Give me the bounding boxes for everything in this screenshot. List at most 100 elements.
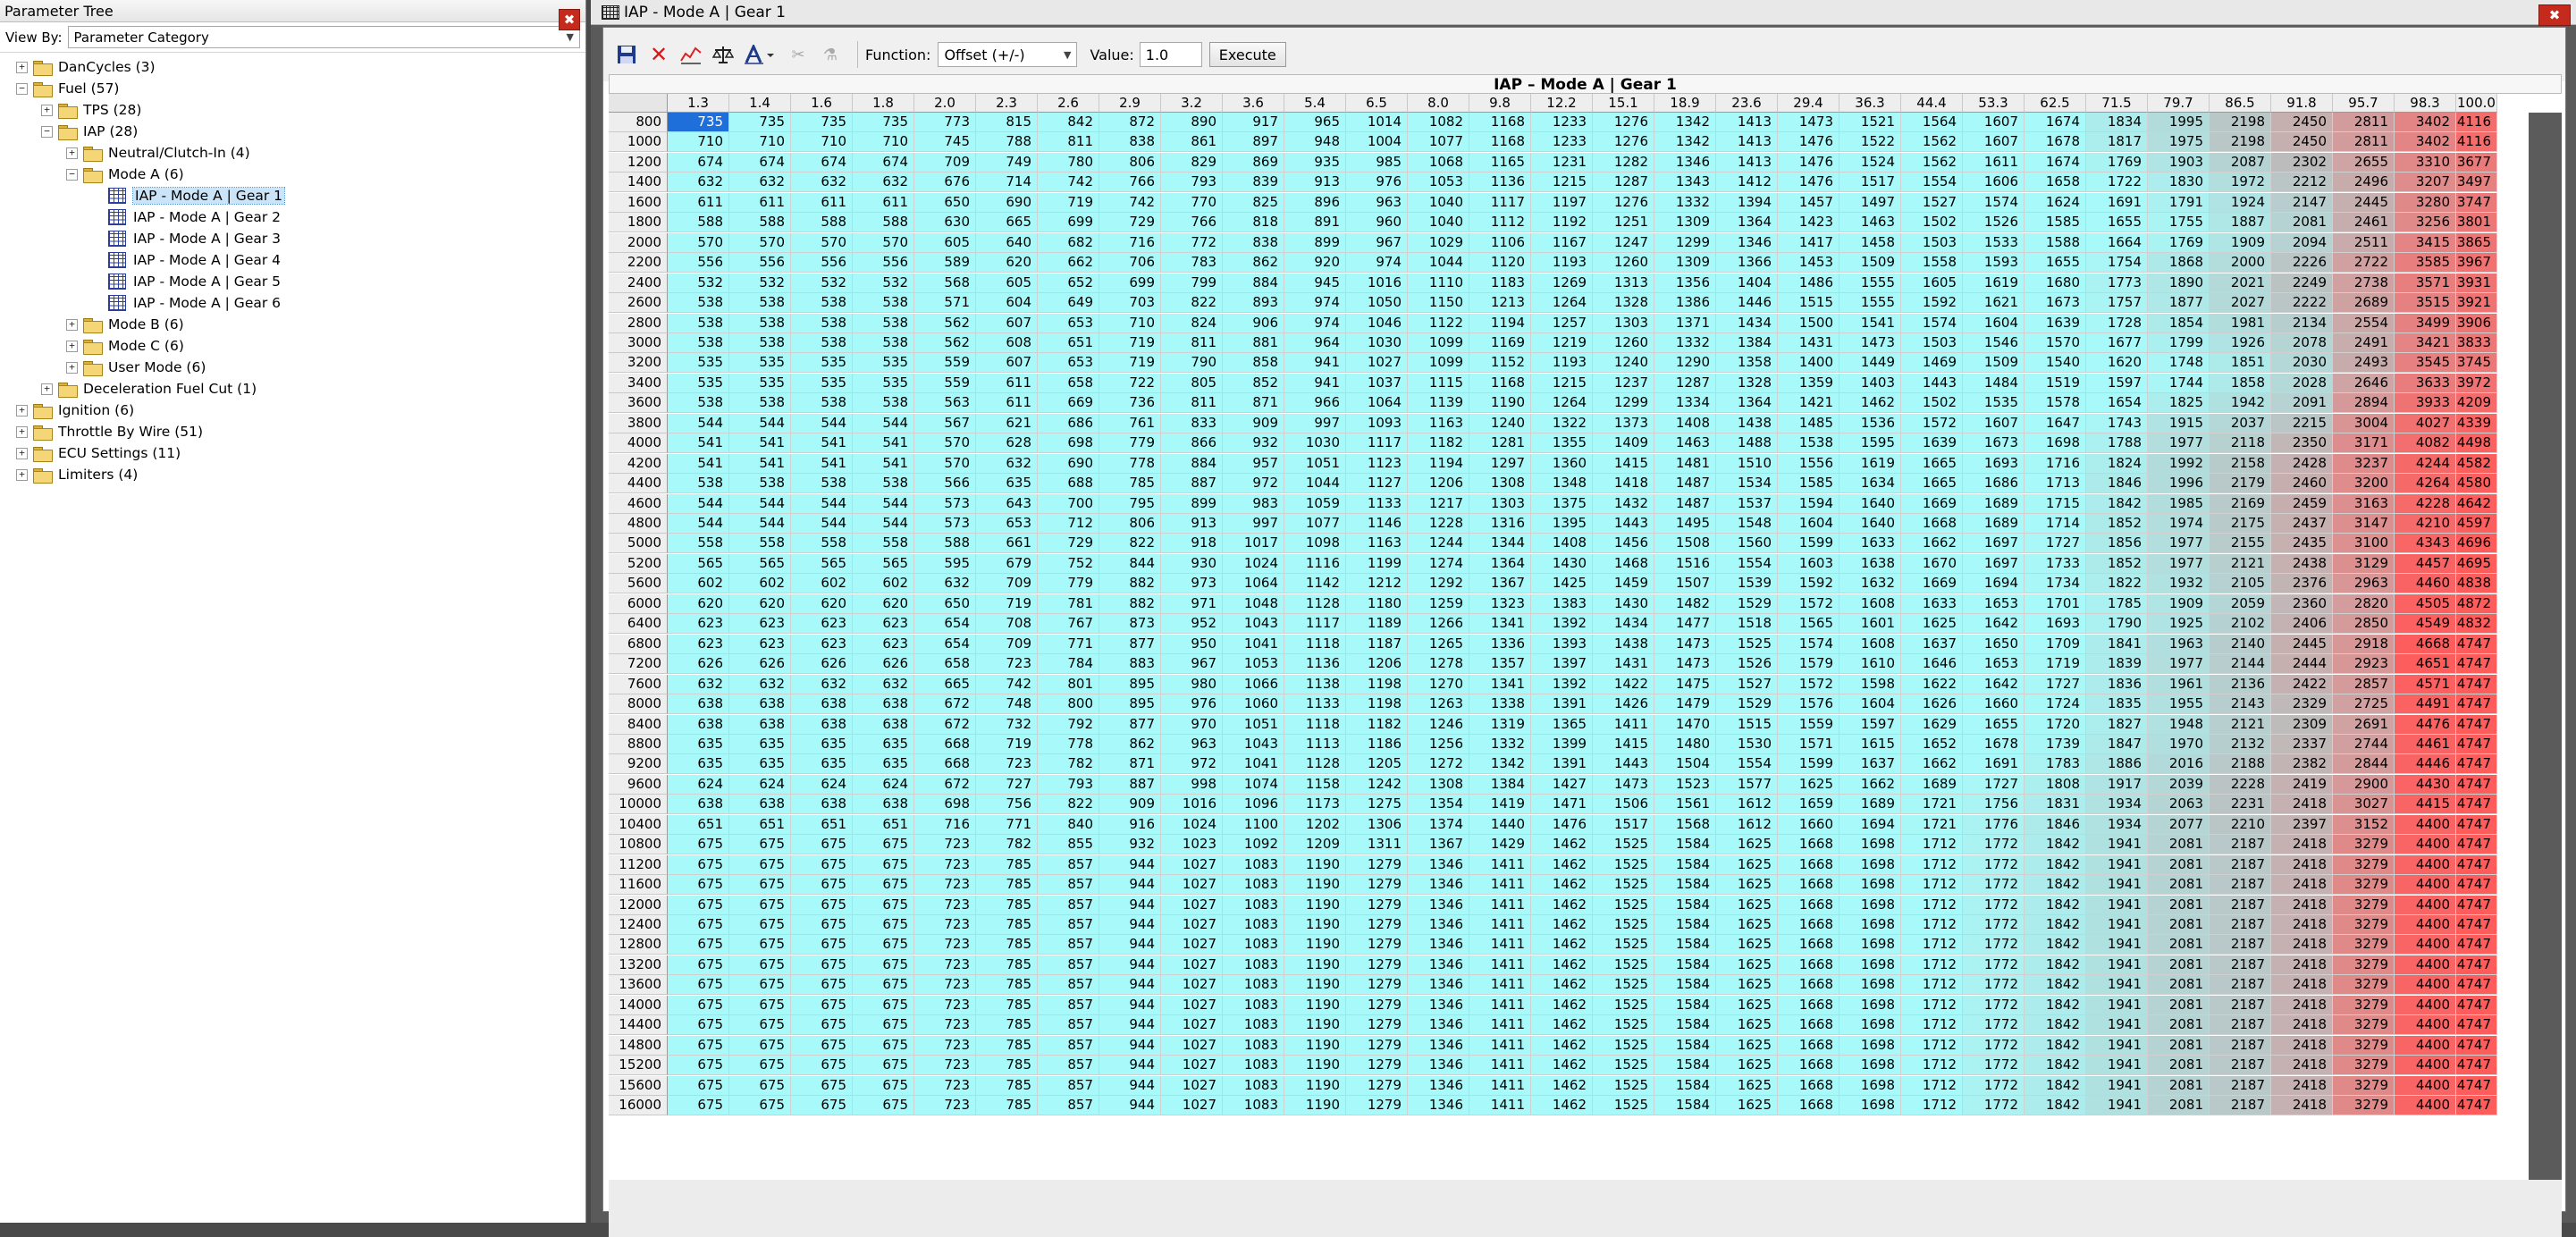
- table-cell[interactable]: 559: [914, 373, 976, 393]
- table-cell[interactable]: 535: [668, 353, 729, 374]
- table-cell[interactable]: 1526: [1716, 654, 1778, 675]
- table-cell[interactable]: 719: [976, 593, 1038, 614]
- table-cell[interactable]: 2039: [2148, 774, 2210, 795]
- table-cell[interactable]: 1689: [1963, 514, 2025, 534]
- table-cell[interactable]: 623: [791, 634, 853, 654]
- table-cell[interactable]: 1123: [1346, 453, 1408, 474]
- table-cell[interactable]: 2459: [2271, 493, 2333, 514]
- table-cell[interactable]: 1303: [1469, 493, 1531, 514]
- table-cell[interactable]: 1292: [1408, 574, 1469, 594]
- table-cell[interactable]: 1915: [2148, 413, 2210, 433]
- table-cell[interactable]: 675: [668, 975, 729, 996]
- table-cell[interactable]: 1834: [2086, 113, 2148, 132]
- table-cell[interactable]: 2081: [2148, 975, 2210, 996]
- table-cell[interactable]: 1270: [1408, 674, 1469, 694]
- table-cell[interactable]: 1408: [1531, 534, 1593, 554]
- table-cell[interactable]: 944: [1099, 1035, 1161, 1056]
- y-axis-cell[interactable]: 1400: [609, 173, 668, 193]
- table-cell[interactable]: 1533: [1963, 232, 2025, 253]
- table-cell[interactable]: 974: [1346, 253, 1408, 273]
- x-axis-cell[interactable]: 71.5: [2086, 94, 2148, 113]
- cut-icon[interactable]: ✂: [786, 42, 811, 67]
- table-cell[interactable]: 785: [976, 935, 1038, 955]
- expand-icon[interactable]: +: [16, 425, 28, 438]
- table-cell[interactable]: 884: [1161, 453, 1223, 474]
- table-cell[interactable]: 1524: [1839, 152, 1901, 173]
- table-cell[interactable]: 1574: [1778, 634, 1839, 654]
- x-axis-cell[interactable]: 91.8: [2271, 94, 2333, 113]
- table-cell[interactable]: 1525: [1593, 875, 1654, 896]
- table-cell[interactable]: 1673: [1963, 433, 2025, 454]
- table-cell[interactable]: 752: [1038, 553, 1099, 574]
- table-cell[interactable]: 1584: [1654, 854, 1716, 875]
- table-cell[interactable]: 771: [1038, 634, 1099, 654]
- table-cell[interactable]: 723: [914, 1056, 976, 1076]
- table-cell[interactable]: 916: [1099, 814, 1161, 835]
- table-cell[interactable]: 4415: [2395, 795, 2456, 815]
- table-cell[interactable]: 4400: [2395, 995, 2456, 1015]
- table-cell[interactable]: 1693: [1963, 453, 2025, 474]
- table-cell[interactable]: 675: [853, 935, 914, 955]
- table-cell[interactable]: 1419: [1469, 795, 1531, 815]
- table-cell[interactable]: 1136: [1284, 654, 1346, 675]
- table-cell[interactable]: 1219: [1531, 332, 1593, 353]
- table-cell[interactable]: 857: [1038, 1075, 1099, 1096]
- table-cell[interactable]: 1650: [1963, 634, 2025, 654]
- table-cell[interactable]: 805: [1161, 373, 1223, 393]
- table-cell[interactable]: 1411: [1469, 1015, 1531, 1036]
- table-cell[interactable]: 1356: [1654, 273, 1716, 293]
- table-cell[interactable]: 1842: [2025, 1056, 2086, 1076]
- table-cell[interactable]: 1259: [1408, 593, 1469, 614]
- table-cell[interactable]: 2187: [2210, 1056, 2271, 1076]
- table-cell[interactable]: 2059: [2210, 593, 2271, 614]
- table-cell[interactable]: 1689: [1901, 774, 1963, 795]
- y-axis-cell[interactable]: 7600: [609, 674, 668, 694]
- table-cell[interactable]: 1099: [1408, 353, 1469, 374]
- table-cell[interactable]: 541: [791, 453, 853, 474]
- table-cell[interactable]: 3279: [2333, 975, 2395, 996]
- table-cell[interactable]: 611: [791, 192, 853, 213]
- table-cell[interactable]: 941: [1284, 353, 1346, 374]
- table-cell[interactable]: 1334: [1654, 393, 1716, 414]
- table-cell[interactable]: 710: [729, 132, 791, 153]
- table-cell[interactable]: 559: [914, 353, 976, 374]
- tree-item[interactable]: − Mode A (6): [66, 164, 184, 185]
- table-cell[interactable]: 2187: [2210, 1035, 2271, 1056]
- table-cell[interactable]: 1470: [1654, 714, 1716, 735]
- x-axis-cell[interactable]: 95.7: [2333, 94, 2395, 113]
- table-cell[interactable]: 1518: [1716, 614, 1778, 635]
- table-cell[interactable]: 1856: [2086, 534, 2148, 554]
- x-axis-cell[interactable]: 3.6: [1223, 94, 1284, 113]
- table-cell[interactable]: 881: [1223, 332, 1284, 353]
- table-cell[interactable]: 1027: [1161, 1015, 1223, 1036]
- table-cell[interactable]: 538: [668, 313, 729, 333]
- table-cell[interactable]: 665: [976, 213, 1038, 233]
- table-cell[interactable]: 2027: [2210, 293, 2271, 314]
- table-cell[interactable]: 1266: [1408, 614, 1469, 635]
- table-cell[interactable]: 2435: [2271, 534, 2333, 554]
- table-cell[interactable]: 1391: [1531, 754, 1593, 775]
- table-cell[interactable]: 1674: [2025, 152, 2086, 173]
- table-cell[interactable]: 838: [1099, 132, 1161, 153]
- table-cell[interactable]: 4747: [2456, 1015, 2497, 1036]
- table-cell[interactable]: 1825: [2148, 393, 2210, 414]
- table-cell[interactable]: 1190: [1284, 975, 1346, 996]
- table-cell[interactable]: 3279: [2333, 955, 2395, 975]
- table-cell[interactable]: 1186: [1346, 734, 1408, 754]
- table-cell[interactable]: 1082: [1408, 113, 1469, 132]
- table-cell[interactable]: 675: [853, 1035, 914, 1056]
- table-cell[interactable]: 1027: [1161, 1035, 1223, 1056]
- table-cell[interactable]: 1842: [2025, 895, 2086, 915]
- table-cell[interactable]: 1190: [1284, 955, 1346, 975]
- table-cell[interactable]: 1536: [1839, 413, 1901, 433]
- table-cell[interactable]: 790: [1161, 353, 1223, 374]
- tree-item[interactable]: IAP - Mode A | Gear 6: [91, 292, 281, 314]
- table-cell[interactable]: 1698: [1839, 975, 1901, 996]
- table-cell[interactable]: 1279: [1346, 955, 1408, 975]
- table-cell[interactable]: 538: [791, 293, 853, 314]
- table-cell[interactable]: 782: [1038, 754, 1099, 775]
- y-axis-cell[interactable]: 3200: [609, 353, 668, 374]
- table-cell[interactable]: 675: [853, 854, 914, 875]
- table-cell[interactable]: 1110: [1408, 273, 1469, 293]
- table-cell[interactable]: 1698: [1839, 1056, 1901, 1076]
